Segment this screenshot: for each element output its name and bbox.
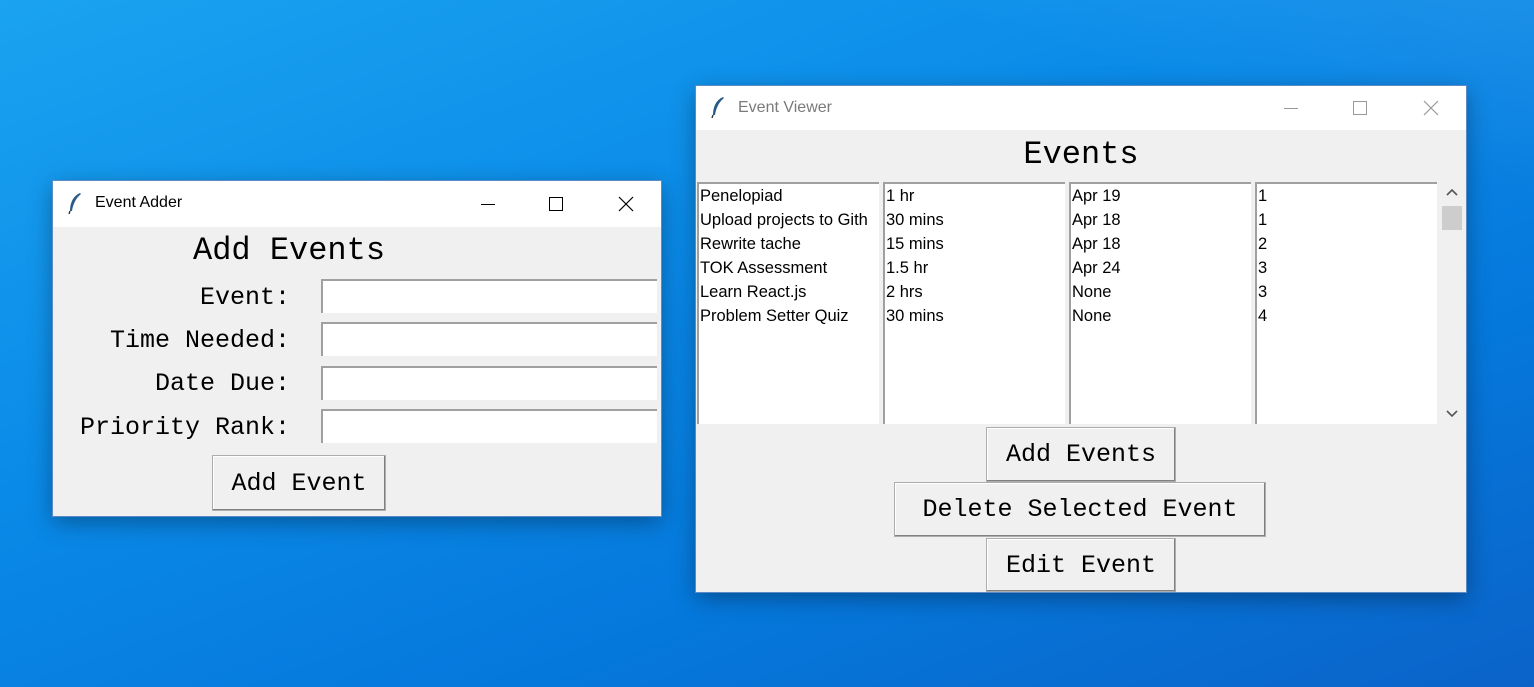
list-item[interactable]: None <box>1071 304 1251 328</box>
date-due-label: Date Due: <box>154 369 290 398</box>
list-item[interactable]: Apr 18 <box>1071 232 1251 256</box>
scroll-up-button[interactable] <box>1440 182 1464 202</box>
minimize-icon <box>1284 108 1298 109</box>
maximize-icon <box>549 197 563 211</box>
viewer-heading: Events <box>1023 136 1139 173</box>
maximize-button[interactable] <box>1337 86 1383 130</box>
list-item[interactable]: Penelopiad <box>699 184 879 208</box>
feather-icon <box>711 97 724 118</box>
list-item[interactable]: Learn React.js <box>699 280 879 304</box>
list-item[interactable]: 2 <box>1257 232 1437 256</box>
event-viewer-titlebar[interactable]: Event Viewer <box>696 86 1466 130</box>
vertical-scrollbar[interactable] <box>1440 182 1464 424</box>
scroll-down-button[interactable] <box>1440 404 1464 424</box>
adder-heading: Add Events <box>193 232 386 269</box>
minimize-icon <box>481 204 495 205</box>
list-item[interactable]: Problem Setter Quiz <box>699 304 879 328</box>
list-item[interactable]: 30 mins <box>885 208 1065 232</box>
scrollbar-thumb[interactable] <box>1442 206 1462 230</box>
date-due-listbox[interactable]: Apr 19 Apr 18 Apr 18 Apr 24 None None <box>1069 182 1251 424</box>
minimize-button[interactable] <box>465 181 511 227</box>
close-icon <box>618 196 634 212</box>
time-needed-input[interactable] <box>321 322 657 356</box>
list-item[interactable]: Upload projects to Gith <box>699 208 879 232</box>
add-event-button[interactable]: Add Event <box>212 455 386 511</box>
list-item[interactable]: TOK Assessment <box>699 256 879 280</box>
list-item[interactable]: Apr 18 <box>1071 208 1251 232</box>
event-name-listbox[interactable]: Penelopiad Upload projects to Gith Rewri… <box>697 182 879 424</box>
list-item[interactable]: 30 mins <box>885 304 1065 328</box>
window-title: Event Viewer <box>738 99 832 116</box>
list-item[interactable]: 3 <box>1257 280 1437 304</box>
event-label: Event: <box>199 283 290 312</box>
list-item[interactable]: 1 <box>1257 184 1437 208</box>
list-item[interactable]: Apr 19 <box>1071 184 1251 208</box>
close-button[interactable] <box>1408 86 1454 130</box>
list-item[interactable]: Rewrite tache <box>699 232 879 256</box>
priority-rank-label: Priority Rank: <box>79 413 290 442</box>
priority-rank-input[interactable] <box>321 409 657 443</box>
feather-icon <box>68 193 81 214</box>
scroll-down-icon <box>1446 410 1458 418</box>
list-item[interactable]: 15 mins <box>885 232 1065 256</box>
maximize-icon <box>1353 101 1367 115</box>
list-item[interactable]: None <box>1071 280 1251 304</box>
edit-event-button[interactable]: Edit Event <box>986 538 1176 592</box>
minimize-button[interactable] <box>1268 86 1314 130</box>
delete-selected-event-button[interactable]: Delete Selected Event <box>894 482 1266 537</box>
event-adder-titlebar[interactable]: Event Adder <box>53 181 661 227</box>
list-item[interactable]: 3 <box>1257 256 1437 280</box>
event-viewer-window: Event Viewer Events Penelopiad Upload pr… <box>695 85 1467 593</box>
priority-rank-listbox[interactable]: 1 1 2 3 3 4 <box>1255 182 1437 424</box>
event-input[interactable] <box>321 279 657 313</box>
maximize-button[interactable] <box>533 181 579 227</box>
time-needed-label: Time Needed: <box>109 326 290 355</box>
date-due-input[interactable] <box>321 366 657 400</box>
list-item[interactable]: Apr 24 <box>1071 256 1251 280</box>
list-item[interactable]: 1.5 hr <box>885 256 1065 280</box>
list-item[interactable]: 2 hrs <box>885 280 1065 304</box>
time-needed-listbox[interactable]: 1 hr 30 mins 15 mins 1.5 hr 2 hrs 30 min… <box>883 182 1065 424</box>
list-item[interactable]: 1 <box>1257 208 1437 232</box>
list-item[interactable]: 1 hr <box>885 184 1065 208</box>
scroll-up-icon <box>1446 188 1458 196</box>
window-title: Event Adder <box>95 194 183 211</box>
list-item[interactable]: 4 <box>1257 304 1437 328</box>
close-icon <box>1423 100 1439 116</box>
add-events-button[interactable]: Add Events <box>986 427 1176 482</box>
close-button[interactable] <box>603 181 649 227</box>
